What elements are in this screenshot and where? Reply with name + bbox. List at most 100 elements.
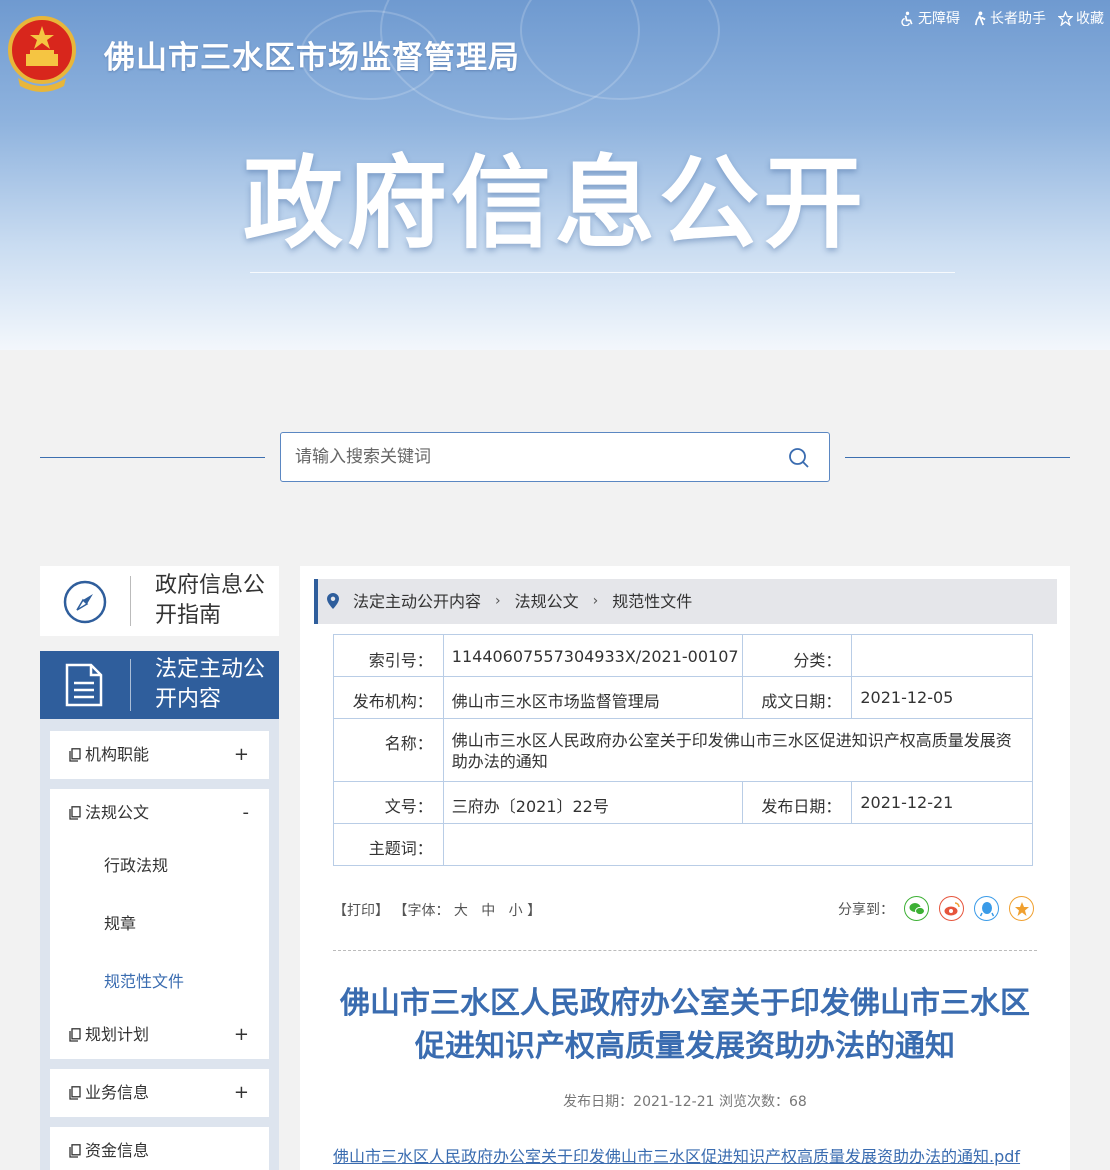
- menu-group-expanded: 法规公文 - 行政法规 规章 规范性文件: [50, 789, 269, 1011]
- expand-icon[interactable]: +: [234, 1011, 249, 1059]
- hero-divider: [250, 272, 955, 273]
- guide-separator: [130, 576, 131, 626]
- star-icon: [1058, 10, 1073, 26]
- meta-label: 发布日期：: [741, 781, 853, 824]
- accessibility-icon: [901, 11, 913, 26]
- font-medium-button[interactable]: 中: [481, 903, 495, 919]
- favorite-label: 收藏: [1076, 11, 1104, 27]
- elder-helper-link[interactable]: 长者助手: [972, 8, 1046, 28]
- search-input[interactable]: [295, 433, 775, 481]
- collapse-icon[interactable]: -: [243, 789, 250, 837]
- weibo-share-button[interactable]: [939, 896, 964, 921]
- qzone-share-button[interactable]: [1009, 896, 1034, 921]
- menu-label: 机构职能: [85, 745, 150, 764]
- main-content: 法定主动公开内容 › 法规公文 › 规范性文件 索引号： 11440607557…: [300, 566, 1070, 1170]
- menu-label: 业务信息: [85, 1083, 150, 1102]
- breadcrumb: 法定主动公开内容 › 法规公文 › 规范性文件: [314, 579, 1057, 624]
- meta-value: 11440607557304933X/2021-00107: [442, 634, 743, 677]
- submenu-item-xingzheng[interactable]: 行政法规: [50, 837, 269, 895]
- chevron-right-icon: ›: [495, 593, 501, 609]
- search-icon[interactable]: [787, 446, 811, 470]
- meta-value: [442, 823, 1034, 866]
- national-emblem-icon: [8, 16, 76, 92]
- side-menu: 机构职能 + 法规公文 - 行政法规 规章 规范性文件 规划计划 + 业务信息 …: [40, 719, 279, 1170]
- doc-icon: [69, 806, 81, 820]
- search-divider-left: [40, 457, 265, 458]
- breadcrumb-item[interactable]: 规范性文件: [612, 579, 692, 624]
- menu-label: 资金信息: [85, 1141, 150, 1160]
- meta-label: 文号：: [333, 781, 444, 824]
- meta-label: 发布机构：: [333, 676, 444, 719]
- meta-label: 名称：: [333, 718, 444, 782]
- menu-item-yewu[interactable]: 业务信息 +: [50, 1069, 269, 1117]
- search-box: [280, 432, 830, 482]
- qzone-star-icon: [1014, 901, 1029, 916]
- accessibility-label: 无障碍: [918, 11, 960, 27]
- meta-label: 成文日期：: [741, 676, 853, 719]
- breadcrumb-item[interactable]: 法定主动公开内容: [353, 579, 481, 624]
- meta-value: [851, 634, 1033, 677]
- meta-value: 三府办〔2021〕22号: [442, 781, 743, 824]
- header-banner: 佛山市三水区市场监督管理局 无障碍 长者助手 收藏 政府信息公开: [0, 0, 1110, 350]
- article-title: 佛山市三水区人民政府办公室关于印发佛山市三水区促进知识产权高质量发展资助办法的通…: [340, 986, 1030, 1064]
- expand-icon[interactable]: +: [234, 1069, 249, 1117]
- article-tools: 【打印】 【字体： 大 中 小 】: [333, 900, 541, 920]
- meta-value: 2021-12-05: [851, 676, 1033, 719]
- active-category-card[interactable]: 法定主动公开内容: [40, 651, 279, 719]
- top-links: 无障碍 长者助手 收藏: [900, 8, 1104, 28]
- print-button[interactable]: 【打印】: [333, 903, 389, 919]
- compass-icon: [63, 580, 107, 624]
- submenu-item-guifanxing[interactable]: 规范性文件: [50, 953, 269, 1011]
- meta-label: 索引号：: [333, 634, 444, 677]
- doc-icon: [69, 1028, 81, 1042]
- menu-item-guihua[interactable]: 规划计划 +: [50, 1011, 269, 1059]
- font-small-button[interactable]: 小: [509, 903, 523, 919]
- document-meta-table: 索引号： 11440607557304933X/2021-00107 分类： 发…: [333, 634, 1034, 866]
- qq-share-button[interactable]: [974, 896, 999, 921]
- location-pin-icon: [327, 593, 339, 609]
- share-label: 分享到：: [838, 901, 894, 918]
- expand-icon[interactable]: +: [234, 731, 249, 779]
- article-publish-info: 发布日期：2021-12-21 浏览次数：68: [563, 1094, 807, 1110]
- elder-helper-label: 长者助手: [990, 11, 1046, 27]
- menu-item-jigou[interactable]: 机构职能 +: [50, 731, 269, 779]
- meta-value: 2021-12-21: [851, 781, 1033, 824]
- elder-helper-icon: [974, 10, 986, 25]
- guide-card[interactable]: 政府信息公开指南: [40, 566, 279, 636]
- breadcrumb-items: 法定主动公开内容 › 法规公文 › 规范性文件: [353, 579, 692, 624]
- menu-group: 规划计划 +: [50, 1011, 269, 1059]
- wechat-share-button[interactable]: [904, 896, 929, 921]
- menu-item-zijin[interactable]: 资金信息: [50, 1127, 269, 1170]
- search-divider-right: [845, 457, 1070, 458]
- active-card-separator: [130, 659, 131, 711]
- document-icon: [65, 663, 103, 707]
- meta-label: 主题词：: [333, 823, 444, 866]
- menu-group: 业务信息 +: [50, 1069, 269, 1117]
- meta-value: 佛山市三水区人民政府办公室关于印发佛山市三水区促进知识产权高质量发展资助办法的通…: [442, 718, 1034, 782]
- qq-icon: [979, 901, 994, 916]
- guide-label: 政府信息公开指南: [155, 573, 266, 628]
- content-divider: [333, 950, 1037, 951]
- font-large-button[interactable]: 大: [454, 903, 468, 919]
- weibo-icon: [944, 901, 960, 915]
- menu-group: 资金信息: [50, 1127, 269, 1170]
- menu-label: 规划计划: [85, 1025, 150, 1044]
- menu-item-fagui[interactable]: 法规公文 -: [50, 789, 269, 837]
- active-category-label: 法定主动公开内容: [155, 657, 266, 712]
- menu-label: 法规公文: [85, 803, 150, 822]
- chevron-right-icon: ›: [592, 593, 599, 609]
- font-size-suffix: 】: [527, 903, 542, 919]
- favorite-link[interactable]: 收藏: [1058, 8, 1104, 28]
- menu-group: 机构职能 +: [50, 731, 269, 779]
- doc-icon: [69, 1144, 81, 1158]
- submenu-item-guizhang[interactable]: 规章: [50, 895, 269, 953]
- meta-label: 分类：: [741, 634, 853, 677]
- hero-title: 政府信息公开: [243, 145, 867, 262]
- font-size-prefix: 【字体：: [393, 903, 450, 919]
- site-title[interactable]: 佛山市三水区市场监督管理局: [104, 32, 520, 77]
- wechat-icon: [909, 902, 925, 915]
- breadcrumb-item[interactable]: 法规公文: [515, 579, 579, 624]
- attachment-link[interactable]: 佛山市三水区人民政府办公室关于印发佛山市三水区促进知识产权高质量发展资助办法的通…: [333, 1143, 1020, 1167]
- accessibility-link[interactable]: 无障碍: [900, 8, 960, 28]
- share-bar: 分享到：: [838, 896, 1034, 921]
